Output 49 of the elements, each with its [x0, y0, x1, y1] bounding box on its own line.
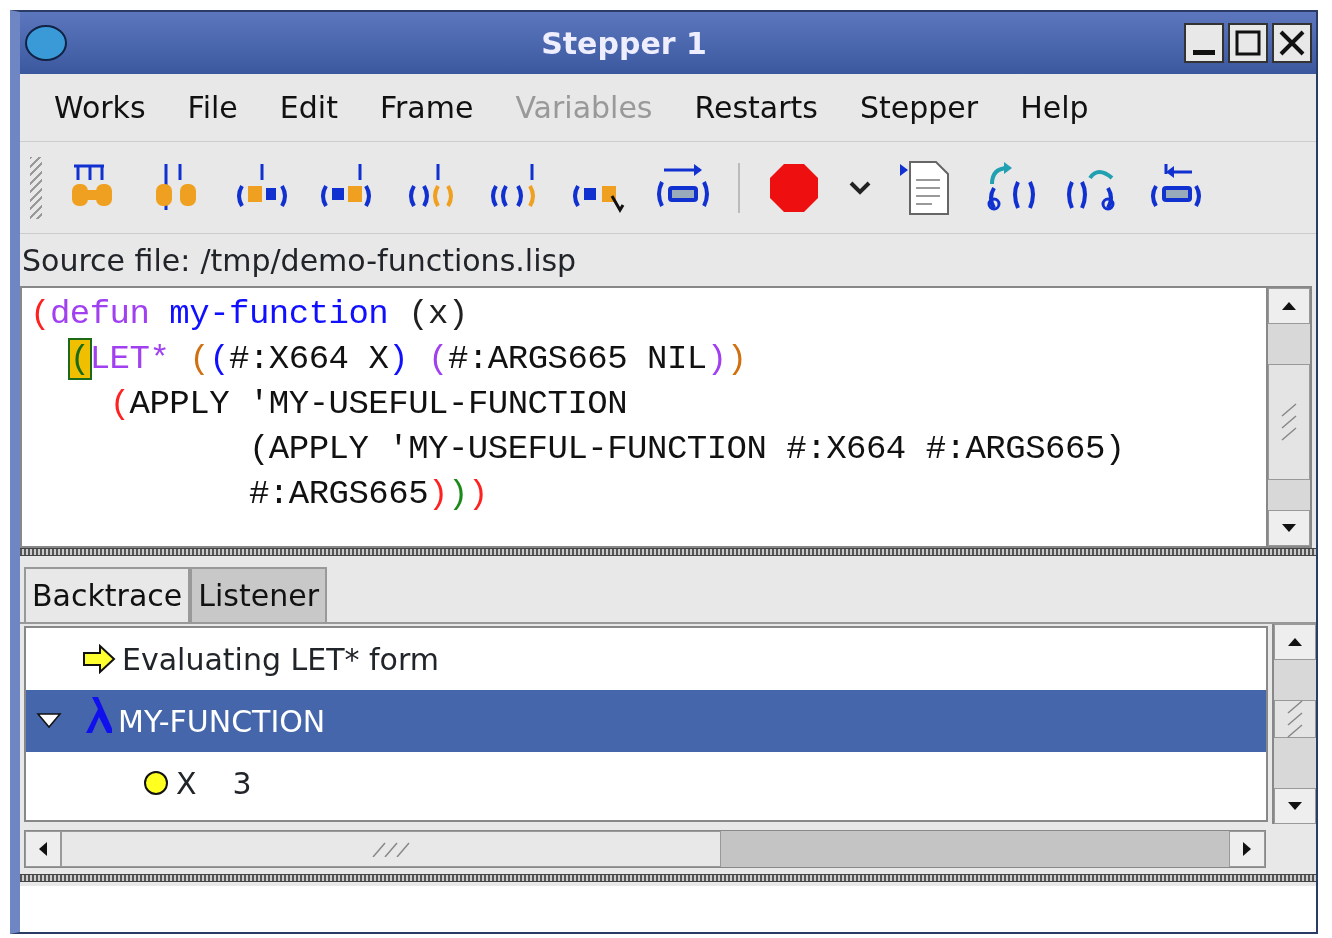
expanded-icon[interactable] [36, 711, 64, 731]
menu-item[interactable]: Restarts [674, 85, 840, 130]
grip-icon [1280, 402, 1298, 442]
circle-icon [142, 769, 170, 797]
variable-name: X [176, 764, 197, 803]
tree-row[interactable]: MY-FUNCTION [26, 690, 1266, 752]
tree-item-text: Evaluating LET* form [122, 640, 439, 679]
vertical-scrollbar[interactable] [1272, 624, 1316, 824]
close-button[interactable] [1272, 23, 1312, 63]
tab[interactable]: Listener [190, 567, 327, 622]
scroll-down-icon[interactable] [1287, 800, 1303, 812]
menu-item[interactable]: Stepper [840, 85, 1001, 130]
menu-item[interactable]: Help [1000, 85, 1111, 130]
source-file-label: Source file: [22, 241, 191, 280]
window-title: Stepper 1 [541, 25, 707, 61]
vertical-scrollbar[interactable] [1266, 288, 1310, 546]
code-line: (LET* ((#:X664 X) (#:ARGS665 NIL)) [68, 339, 748, 380]
maximize-icon [1233, 28, 1263, 58]
arrow-icon [82, 644, 116, 674]
code-line: (APPLY 'MY-USEFUL-FUNCTION #:X664 #:ARGS665) [247, 429, 1126, 470]
horizontal-scrollbar[interactable] [24, 830, 1266, 868]
code-line: (APPLY 'MY-USEFUL-FUNCTION [108, 384, 629, 425]
scroll-right-icon[interactable] [1241, 841, 1253, 857]
source-file-path: /tmp/demo-functions.lisp [200, 241, 577, 280]
toolbar-grip[interactable] [30, 156, 42, 219]
grip-icon [1286, 699, 1304, 739]
scroll-down-icon[interactable] [1281, 522, 1297, 534]
menu-item[interactable]: File [167, 85, 260, 130]
scroll-up-icon[interactable] [1281, 300, 1297, 312]
tree-row[interactable]: Evaluating LET* form [26, 628, 1266, 690]
app-logo-icon [24, 23, 68, 63]
minimize-button[interactable] [1184, 23, 1224, 63]
splitter-handle[interactable] [20, 548, 1316, 556]
minimize-icon [1193, 49, 1215, 55]
tree-item-text: MY-FUNCTION [118, 702, 326, 741]
tab[interactable]: Backtrace [24, 567, 191, 622]
menu-item[interactable]: Works [34, 85, 168, 130]
scroll-left-icon[interactable] [37, 841, 49, 857]
code-line: (defun my-function (x) [30, 294, 469, 335]
splitter-handle[interactable] [20, 874, 1316, 882]
input-field[interactable] [20, 886, 1316, 932]
menu-item[interactable]: Frame [359, 85, 496, 130]
variable-value: 3 [232, 764, 252, 803]
grip-icon [371, 841, 411, 857]
maximize-button[interactable] [1228, 23, 1268, 63]
code-line: #:ARGS665))) [247, 474, 489, 515]
menu-item[interactable]: Edit [259, 85, 360, 130]
close-icon [1277, 28, 1307, 58]
scroll-up-icon[interactable] [1287, 636, 1303, 648]
